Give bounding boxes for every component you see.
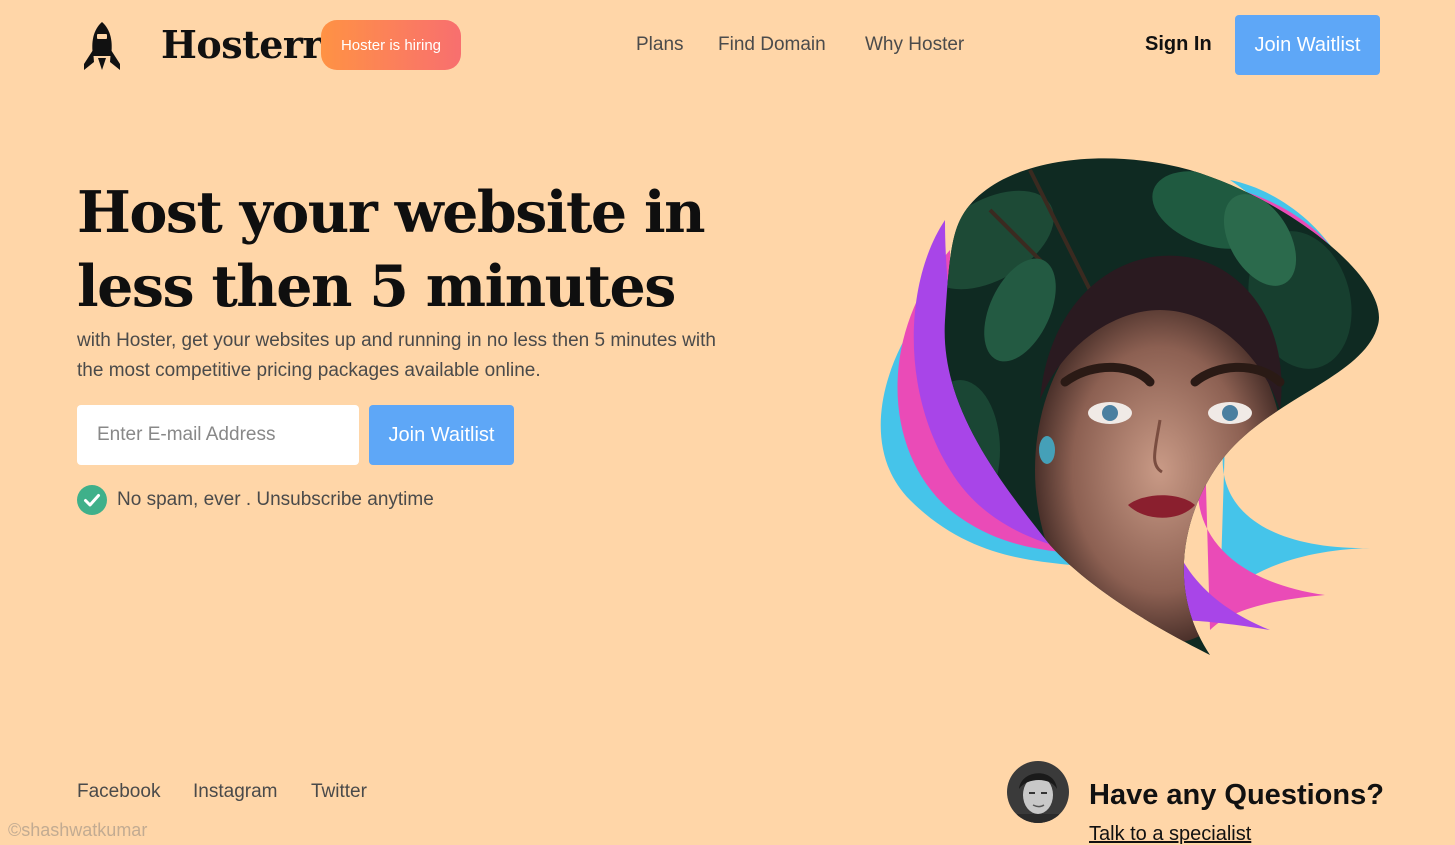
join-waitlist-header-button[interactable]: Join Waitlist — [1235, 15, 1380, 75]
site-header: Hosterr Hoster is hiring Plans Find Doma… — [0, 0, 1455, 92]
join-waitlist-button[interactable]: Join Waitlist — [369, 405, 514, 465]
nav-plans[interactable]: Plans — [636, 34, 684, 56]
sign-in-link[interactable]: Sign In — [1145, 33, 1212, 56]
hero-illustration — [880, 158, 1379, 655]
rocket-icon[interactable] — [80, 20, 124, 72]
hero-title: Host your website in less then 5 minutes — [77, 179, 706, 320]
social-twitter-link[interactable]: Twitter — [311, 781, 367, 803]
questions-title: Have any Questions? — [1089, 779, 1384, 811]
brand-name[interactable]: Hosterr — [161, 22, 322, 67]
person-avatar — [1007, 761, 1069, 823]
social-instagram-link[interactable]: Instagram — [193, 781, 277, 803]
hero-subtitle: with Hoster, get your websites up and ru… — [77, 330, 716, 381]
watermark: ©shashwatkumar — [8, 820, 148, 840]
talk-to-specialist-link[interactable]: Talk to a specialist — [1089, 823, 1251, 845]
nav-why-hoster[interactable]: Why Hoster — [865, 34, 964, 56]
social-facebook-link[interactable]: Facebook — [77, 781, 160, 803]
check-circle-icon — [77, 485, 107, 515]
nav-find-domain[interactable]: Find Domain — [718, 34, 826, 56]
no-spam-note: No spam, ever . Unsubscribe anytime — [117, 489, 434, 510]
hiring-badge[interactable]: Hoster is hiring — [321, 20, 461, 70]
email-input[interactable] — [77, 405, 359, 465]
